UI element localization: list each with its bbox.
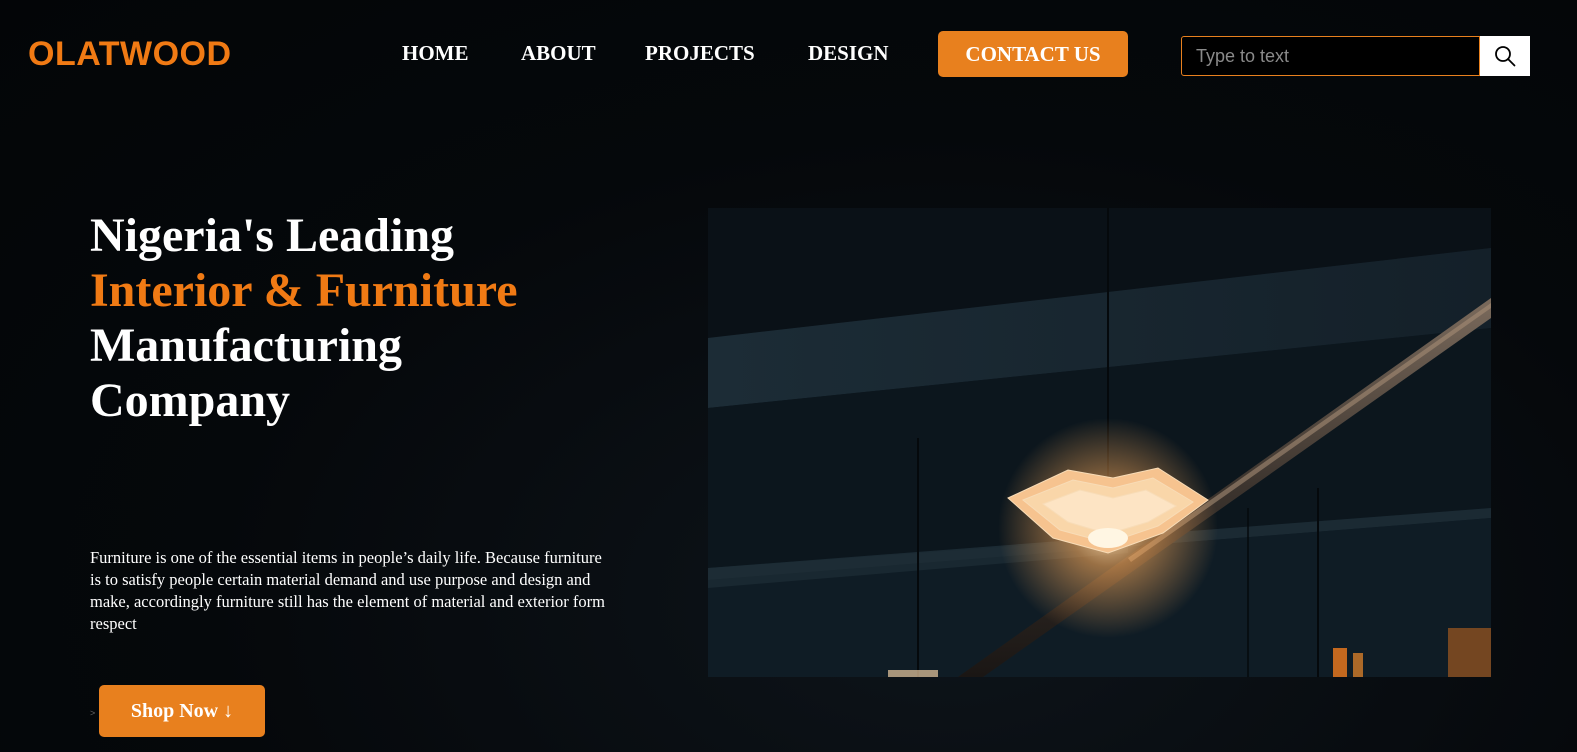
shop-now-button[interactable]: Shop Now ↓ <box>99 685 265 737</box>
search-button[interactable] <box>1480 36 1530 76</box>
search-input[interactable] <box>1181 36 1480 76</box>
hero-title: Nigeria's Leading Interior & Furniture M… <box>90 208 518 428</box>
hero-image-pendant-lamp <box>708 208 1491 677</box>
hero-description: Furniture is one of the essential items … <box>90 548 605 633</box>
search-icon <box>1495 46 1516 67</box>
brand-logo[interactable]: OLATWOOD <box>28 34 232 74</box>
hero-title-line1: Nigeria's Leading <box>90 209 455 262</box>
contact-us-button[interactable]: CONTACT US <box>938 31 1128 77</box>
nav-design[interactable]: DESIGN <box>808 30 889 76</box>
nav-about[interactable]: ABOUT <box>521 30 596 76</box>
hero-title-line4: Company <box>90 374 291 427</box>
hero-title-line3: Manufacturing <box>90 319 402 372</box>
hero-title-highlight: Interior & Furniture <box>90 264 518 317</box>
nav-projects[interactable]: PROJECTS <box>645 30 755 76</box>
bullet-marker: > <box>90 708 96 718</box>
nav-home[interactable]: HOME <box>402 30 469 76</box>
